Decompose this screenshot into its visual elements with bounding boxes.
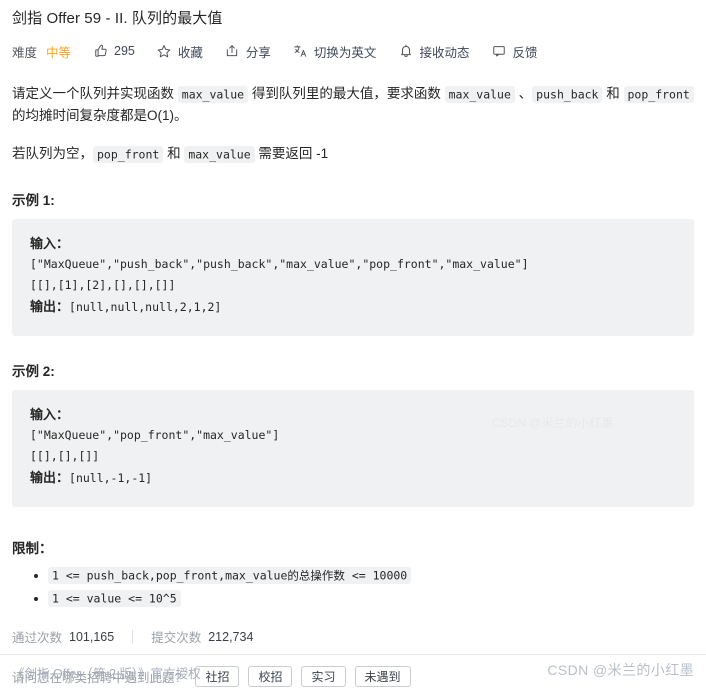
passed-value: 101,165 [69, 629, 115, 644]
favorite-button[interactable]: 收藏 [157, 42, 203, 61]
star-icon [157, 44, 172, 59]
watermark-csdn: CSDN @米兰的小红墨 [547, 662, 694, 678]
page-footer: 《剑指 Offer（第 2 版）》官方授权 CSDN @米兰的小红墨 [0, 654, 706, 688]
desc-text: 请定义一个队列并实现函数 [12, 86, 178, 101]
problem-page: 剑指 Offer 59 - II. 队列的最大值 难度 中等 295 收藏 分享… [0, 0, 706, 688]
example-1-input-label: 输入： [30, 236, 70, 251]
translate-label: 切换为英文 [313, 45, 377, 60]
like-count: 295 [114, 44, 135, 58]
inline-code-push-back: push_back [532, 85, 603, 103]
list-item: 1 <= value <= 10^5 [48, 589, 694, 607]
submitted-stat: 提交次数 212,734 [151, 627, 253, 646]
subscribe-label: 接收动态 [419, 45, 470, 60]
example-1-heading: 示例 1: [12, 193, 55, 208]
feedback-label: 反馈 [512, 45, 538, 60]
bell-icon [398, 44, 413, 59]
desc-text: 的均摊时间复杂度都是O(1)。 [12, 108, 188, 123]
example-1-output-value: [null,null,null,2,1,2] [69, 300, 222, 314]
example-1-code-block: 输入： ["MaxQueue","push_back","push_back","… [12, 219, 694, 336]
example-1-output-label: 输出： [30, 299, 70, 314]
constraint-code-2: 1 <= value <= 10^5 [48, 589, 181, 607]
example-2-input-line-1: ["MaxQueue","pop_front","max_value"] [30, 428, 280, 442]
inline-code-pop-front: pop_front [623, 85, 694, 103]
inline-code-max-value-1: max_value [177, 85, 249, 103]
example-2-input-label: 输入： [30, 407, 70, 422]
desc-text: 若队列为空， [12, 146, 93, 161]
inline-code-pop-front-2: pop_front [93, 145, 164, 163]
stats-row: 通过次数 101,165 提交次数 212,734 [12, 627, 694, 646]
submitted-label: 提交次数 [151, 631, 202, 645]
inline-code-max-value-3: max_value [184, 145, 255, 163]
example-2-heading: 示例 2: [12, 364, 55, 379]
desc-text: 需要返回 -1 [254, 146, 329, 161]
stats-divider [132, 629, 134, 644]
share-button[interactable]: 分享 [225, 42, 271, 61]
page-title: 剑指 Offer 59 - II. 队列的最大值 [12, 10, 223, 27]
share-label: 分享 [245, 45, 271, 60]
example-1-input-line-1: ["MaxQueue","push_back","push_back","max… [30, 257, 529, 271]
translate-button[interactable]: 切换为英文 [293, 42, 377, 61]
example-2-output-label: 输出： [30, 470, 70, 485]
passed-stat: 通过次数 101,165 [12, 627, 114, 646]
problem-toolbar: 难度 中等 295 收藏 分享 切换为英文 接收动态 反馈 [12, 38, 694, 64]
example-2-code-block: 输入： ["MaxQueue","pop_front","max_value"] [… [12, 390, 694, 507]
desc-text: 和 [602, 86, 624, 101]
example-1-input-line-2: [[],[1],[2],[],[],[]] [30, 278, 176, 292]
constraints-list: 1 <= push_back,pop_front,max_value的总操作数 … [12, 566, 694, 607]
example-2-input-line-2: [[],[],[]] [30, 449, 100, 463]
problem-description: 请定义一个队列并实现函数 max_value 得到队列里的最大值，要求函数 ma… [12, 83, 694, 165]
share-icon [225, 44, 240, 59]
difficulty-value: 中等 [46, 45, 72, 60]
footer-authorization-text: 《剑指 Offer（第 2 版）》官方授权 [12, 667, 201, 681]
subscribe-button[interactable]: 接收动态 [398, 42, 469, 61]
inline-code-max-value-2: max_value [444, 85, 515, 103]
like-button[interactable]: 295 [93, 44, 135, 59]
translate-icon [293, 44, 308, 59]
passed-label: 通过次数 [12, 631, 63, 645]
description-paragraph-1: 请定义一个队列并实现函数 max_value 得到队列里的最大值，要求函数 ma… [12, 83, 694, 127]
submitted-value: 212,734 [208, 629, 254, 644]
feedback-button[interactable]: 反馈 [491, 42, 537, 61]
description-paragraph-2: 若队列为空， pop_front 和 max_value 需要返回 -1 [12, 143, 694, 165]
constraint-code-1: 1 <= push_back,pop_front,max_value的总操作数 … [48, 566, 412, 584]
example-2-output-value: [null,-1,-1] [69, 471, 153, 485]
difficulty-badge: 难度 中等 [12, 42, 71, 61]
desc-text: 得到队列里的最大值，要求函数 [248, 86, 445, 101]
thumbs-up-icon [93, 44, 108, 59]
desc-text: 、 [514, 86, 533, 101]
list-item: 1 <= push_back,pop_front,max_value的总操作数 … [48, 566, 694, 584]
difficulty-label: 难度 [12, 45, 38, 60]
favorite-label: 收藏 [177, 45, 203, 60]
desc-text: 和 [163, 146, 185, 161]
comment-icon [491, 44, 506, 59]
constraints-heading: 限制： [12, 541, 53, 556]
